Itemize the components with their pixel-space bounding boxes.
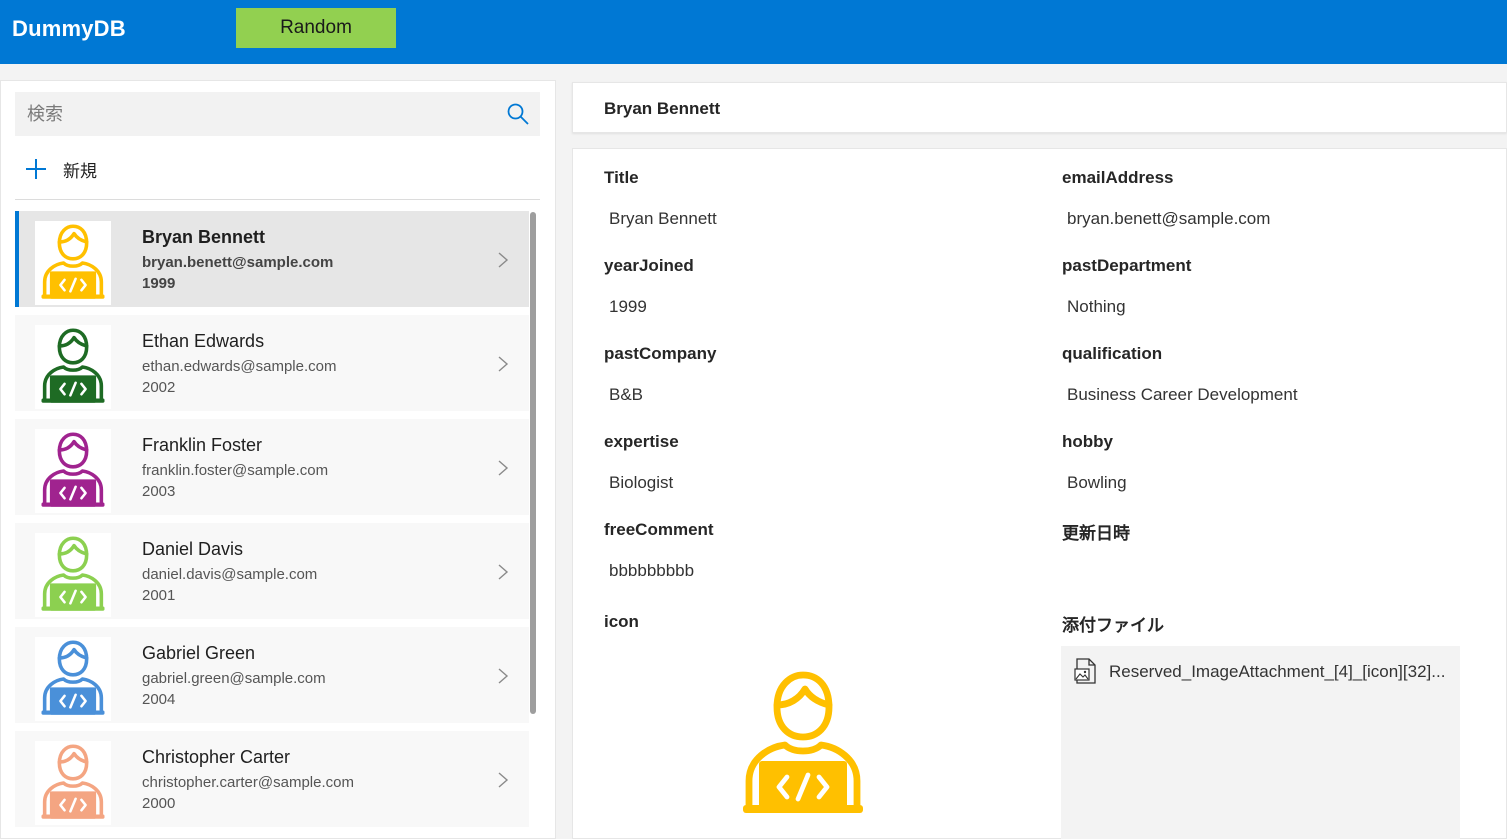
list-item-year: 2004: [142, 691, 176, 708]
list-item-year: 2003: [142, 483, 176, 500]
list-item-name: Ethan Edwards: [142, 331, 265, 351]
title-label: Title: [604, 168, 639, 187]
search-box: [15, 92, 540, 136]
updated-label: 更新日時: [1062, 524, 1130, 543]
past-department-label: pastDepartment: [1062, 256, 1192, 275]
chevron-right-icon[interactable]: [495, 771, 511, 789]
qualification-label: qualification: [1062, 344, 1163, 363]
attachment-file-link[interactable]: Reserved_ImageAttachment_[4]_[icon][32].…: [1109, 662, 1445, 682]
list-item[interactable]: Christopher Carter christopher.carter@sam…: [15, 731, 529, 827]
list-item[interactable]: Franklin Foster franklin.foster@sample.co…: [15, 419, 529, 515]
new-record-button[interactable]: 新規: [23, 154, 97, 184]
selection-indicator: [15, 211, 19, 307]
list-item-email: ethan.edwards@sample.com: [142, 358, 337, 375]
search-icon[interactable]: [506, 102, 530, 126]
detail-title: Bryan Bennett: [604, 99, 721, 118]
title-value: Bryan Bennett: [609, 209, 717, 228]
image-file-icon: [1074, 658, 1096, 684]
list-scrollbar[interactable]: [530, 212, 536, 714]
avatar: [35, 637, 111, 721]
attachment-box[interactable]: Reserved_ImageAttachment_[4]_[icon][32].…: [1061, 646, 1460, 839]
list-item-year: 2000: [142, 795, 176, 812]
divider: [15, 199, 540, 200]
developer-avatar-icon: [41, 640, 105, 715]
new-record-label: 新規: [63, 161, 97, 181]
list-item[interactable]: Ethan Edwards ethan.edwards@sample.com 200…: [15, 315, 529, 411]
past-company-value: B&B: [609, 385, 644, 404]
list-item-year: 1999: [142, 275, 176, 292]
qualification-value: Business Career Development: [1067, 385, 1298, 404]
hobby-label: hobby: [1062, 432, 1113, 451]
year-joined-value: 1999: [609, 297, 647, 316]
chevron-right-icon[interactable]: [495, 459, 511, 477]
list-item-year: 2001: [142, 587, 176, 604]
list-item-email: daniel.davis@sample.com: [142, 566, 318, 583]
developer-avatar-icon: [41, 536, 105, 611]
detail-form: Title Bryan Bennett emailAddress bryan.b…: [572, 148, 1507, 839]
list-item-email: christopher.carter@sample.com: [142, 774, 354, 791]
year-joined-label: yearJoined: [604, 256, 694, 275]
list-item-email: bryan.benett@sample.com: [142, 254, 334, 271]
detail-header: Bryan Bennett: [572, 82, 1507, 133]
chevron-right-icon[interactable]: [495, 251, 511, 269]
avatar: [35, 429, 111, 513]
list-item-name: Christopher Carter: [142, 747, 291, 767]
free-comment-value: bbbbbbbbb: [609, 561, 695, 580]
random-button[interactable]: Random: [236, 8, 396, 48]
avatar: [35, 533, 111, 617]
avatar: [35, 325, 111, 409]
chevron-right-icon[interactable]: [495, 667, 511, 685]
list-item-name: Franklin Foster: [142, 435, 263, 455]
developer-avatar-icon: [41, 328, 105, 403]
app-title: DummyDB: [12, 16, 126, 41]
list-item-name: Daniel Davis: [142, 539, 244, 559]
expertise-value: Biologist: [609, 473, 674, 492]
attachment-label: 添付ファイル: [1062, 616, 1164, 635]
record-list: Bryan Bennett bryan.benett@sample.com 1999…: [15, 211, 529, 839]
developer-avatar-icon: [41, 224, 105, 299]
developer-avatar-icon: [41, 432, 105, 507]
past-department-value: Nothing: [1067, 297, 1126, 316]
developer-avatar-icon: [41, 744, 105, 819]
expertise-label: expertise: [604, 432, 679, 451]
list-item-email: gabriel.green@sample.com: [142, 670, 326, 687]
record-list-panel: 新規 Bryan Bennett bryan.benett@sample.com 1…: [0, 80, 556, 839]
chevron-right-icon[interactable]: [495, 563, 511, 581]
plus-icon: [26, 159, 46, 179]
list-item-email: franklin.foster@sample.com: [142, 462, 329, 479]
icon-label: icon: [604, 612, 639, 631]
app-header-bar: DummyDB Random: [0, 0, 1507, 64]
email-label: emailAddress: [1062, 168, 1174, 187]
developer-avatar-icon: [743, 671, 863, 813]
list-item-year: 2002: [142, 379, 176, 396]
past-company-label: pastCompany: [604, 344, 717, 363]
search-input[interactable]: [15, 92, 495, 136]
chevron-right-icon[interactable]: [495, 355, 511, 373]
list-item[interactable]: Gabriel Green gabriel.green@sample.com 200…: [15, 627, 529, 723]
list-item-name: Gabriel Green: [142, 643, 256, 663]
avatar: [35, 221, 111, 305]
email-value: bryan.benett@sample.com: [1067, 209, 1271, 228]
list-item-name: Bryan Bennett: [142, 227, 266, 247]
hobby-value: Bowling: [1067, 473, 1127, 492]
list-item[interactable]: Bryan Bennett bryan.benett@sample.com 1999: [15, 211, 529, 307]
list-item[interactable]: Daniel Davis daniel.davis@sample.com 2001: [15, 523, 529, 619]
avatar: [35, 741, 111, 825]
free-comment-label: freeComment: [604, 520, 714, 539]
